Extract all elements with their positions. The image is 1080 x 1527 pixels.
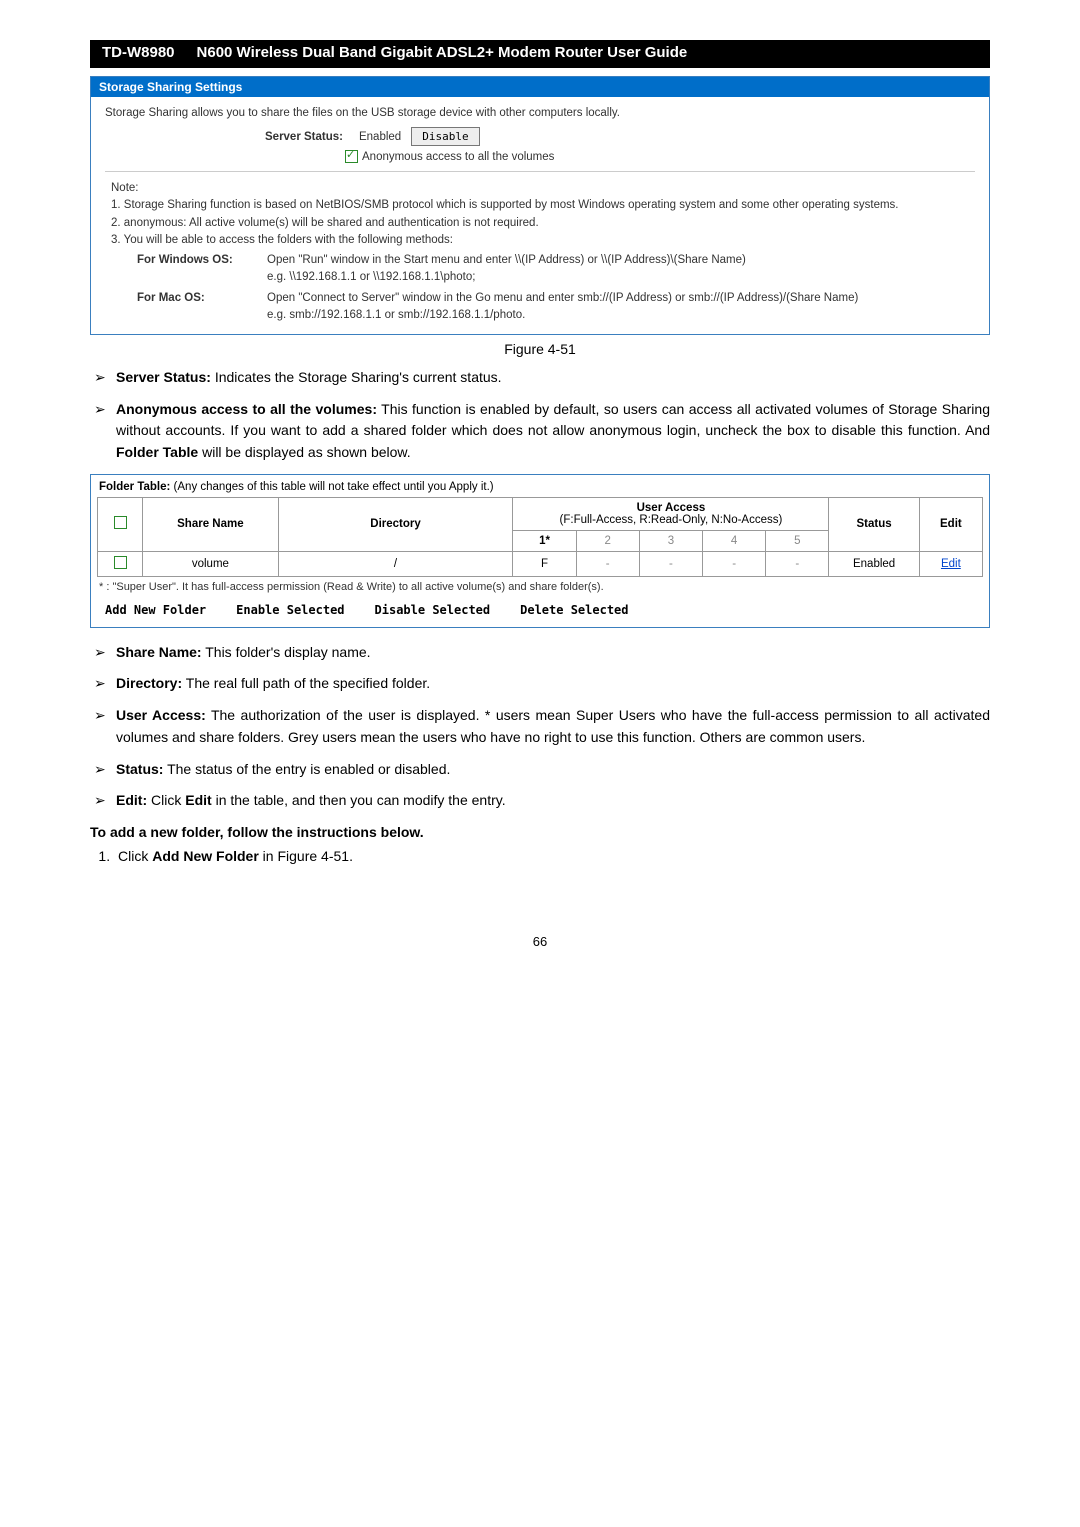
cell-ua2: -	[576, 551, 639, 576]
ua-col-5: 5	[766, 530, 829, 551]
note-1: 1. Storage Sharing function is based on …	[111, 197, 969, 214]
panel-heading: Storage Sharing Settings	[91, 77, 989, 97]
note-label: Note:	[111, 180, 969, 197]
server-status-value: Enabled	[359, 131, 401, 143]
instructions-heading: To add a new folder, follow the instruct…	[90, 824, 990, 840]
folder-table-actions: Add New Folder Enable Selected Disable S…	[105, 603, 975, 617]
cell-ua4: -	[703, 551, 766, 576]
anonymous-access-row: Anonymous access to all the volumes	[345, 150, 975, 163]
windows-os-text: Open "Run" window in the Start menu and …	[267, 252, 969, 287]
add-new-folder-action[interactable]: Add New Folder	[105, 603, 206, 617]
folder-table: Share Name Directory User Access (F:Full…	[97, 497, 983, 577]
instruction-step-1: Click Add New Folder in Figure 4-51.	[114, 848, 990, 864]
col-user-access: User Access (F:Full-Access, R:Read-Only,…	[513, 497, 829, 530]
divider	[105, 171, 975, 172]
doc-header: TD-W8980 N600 Wireless Dual Band Gigabit…	[90, 40, 990, 68]
server-status-label: Server Status:	[265, 131, 343, 143]
table-row: volume / F - - - - Enabled Edit	[98, 551, 983, 576]
cell-ua1: F	[513, 551, 576, 576]
model-badge: TD-W8980	[90, 40, 187, 65]
cell-ua5: -	[766, 551, 829, 576]
storage-sharing-panel: Storage Sharing Settings Storage Sharing…	[90, 76, 990, 335]
enable-selected-action[interactable]: Enable Selected	[236, 603, 344, 617]
folder-table-footnote: * : "Super User". It has full-access per…	[99, 581, 981, 593]
anonymous-access-label: Anonymous access to all the volumes	[362, 151, 554, 163]
cell-status: Enabled	[829, 551, 919, 576]
mac-os-label: For Mac OS:	[137, 290, 267, 325]
bullet-share-name: Share Name: This folder's display name.	[90, 642, 990, 664]
ua-col-1: 1*	[513, 530, 576, 551]
row-checkbox[interactable]	[114, 556, 127, 569]
note-2: 2. anonymous: All active volume(s) will …	[111, 215, 969, 232]
bullet-edit: Edit: Click Edit in the table, and then …	[90, 790, 990, 812]
notes-block: Note: 1. Storage Sharing function is bas…	[105, 180, 975, 324]
edit-link[interactable]: Edit	[941, 558, 961, 570]
mac-os-row: For Mac OS: Open "Connect to Server" win…	[137, 290, 969, 325]
windows-os-label: For Windows OS:	[137, 252, 267, 287]
col-share-name: Share Name	[143, 497, 278, 551]
bullet-server-status: Server Status: Indicates the Storage Sha…	[90, 367, 990, 389]
doc-title: N600 Wireless Dual Band Gigabit ADSL2+ M…	[187, 40, 990, 65]
figure-caption: Figure 4-51	[90, 341, 990, 357]
col-status: Status	[829, 497, 919, 551]
table-header-row: Share Name Directory User Access (F:Full…	[98, 497, 983, 530]
col-edit: Edit	[919, 497, 982, 551]
page-number: 66	[90, 934, 990, 949]
bullet-directory: Directory: The real full path of the spe…	[90, 673, 990, 695]
server-status-row: Server Status: Enabled Disable	[265, 127, 975, 146]
ua-col-4: 4	[703, 530, 766, 551]
bullet-list-1: Server Status: Indicates the Storage Sha…	[90, 367, 990, 464]
instructions-list: Click Add New Folder in Figure 4-51.	[94, 848, 990, 864]
disable-button[interactable]: Disable	[411, 127, 479, 146]
folder-table-caption: Folder Table: (Any changes of this table…	[99, 481, 983, 493]
anonymous-access-checkbox[interactable]	[345, 150, 358, 163]
folder-table-panel: Folder Table: (Any changes of this table…	[90, 474, 990, 628]
ua-col-2: 2	[576, 530, 639, 551]
cell-ua3: -	[639, 551, 702, 576]
mac-os-text: Open "Connect to Server" window in the G…	[267, 290, 969, 325]
bullet-list-2: Share Name: This folder's display name. …	[90, 642, 990, 812]
bullet-status: Status: The status of the entry is enabl…	[90, 759, 990, 781]
col-directory: Directory	[278, 497, 513, 551]
cell-share-name: volume	[143, 551, 278, 576]
delete-selected-action[interactable]: Delete Selected	[520, 603, 628, 617]
windows-os-row: For Windows OS: Open "Run" window in the…	[137, 252, 969, 287]
note-3: 3. You will be able to access the folder…	[111, 232, 969, 249]
bullet-user-access: User Access: The authorization of the us…	[90, 705, 990, 748]
bullet-anonymous-access: Anonymous access to all the volumes: Thi…	[90, 399, 990, 464]
select-all-checkbox[interactable]	[114, 516, 127, 529]
disable-selected-action[interactable]: Disable Selected	[375, 603, 491, 617]
cell-directory: /	[278, 551, 513, 576]
ua-col-3: 3	[639, 530, 702, 551]
panel-intro: Storage Sharing allows you to share the …	[105, 107, 975, 119]
